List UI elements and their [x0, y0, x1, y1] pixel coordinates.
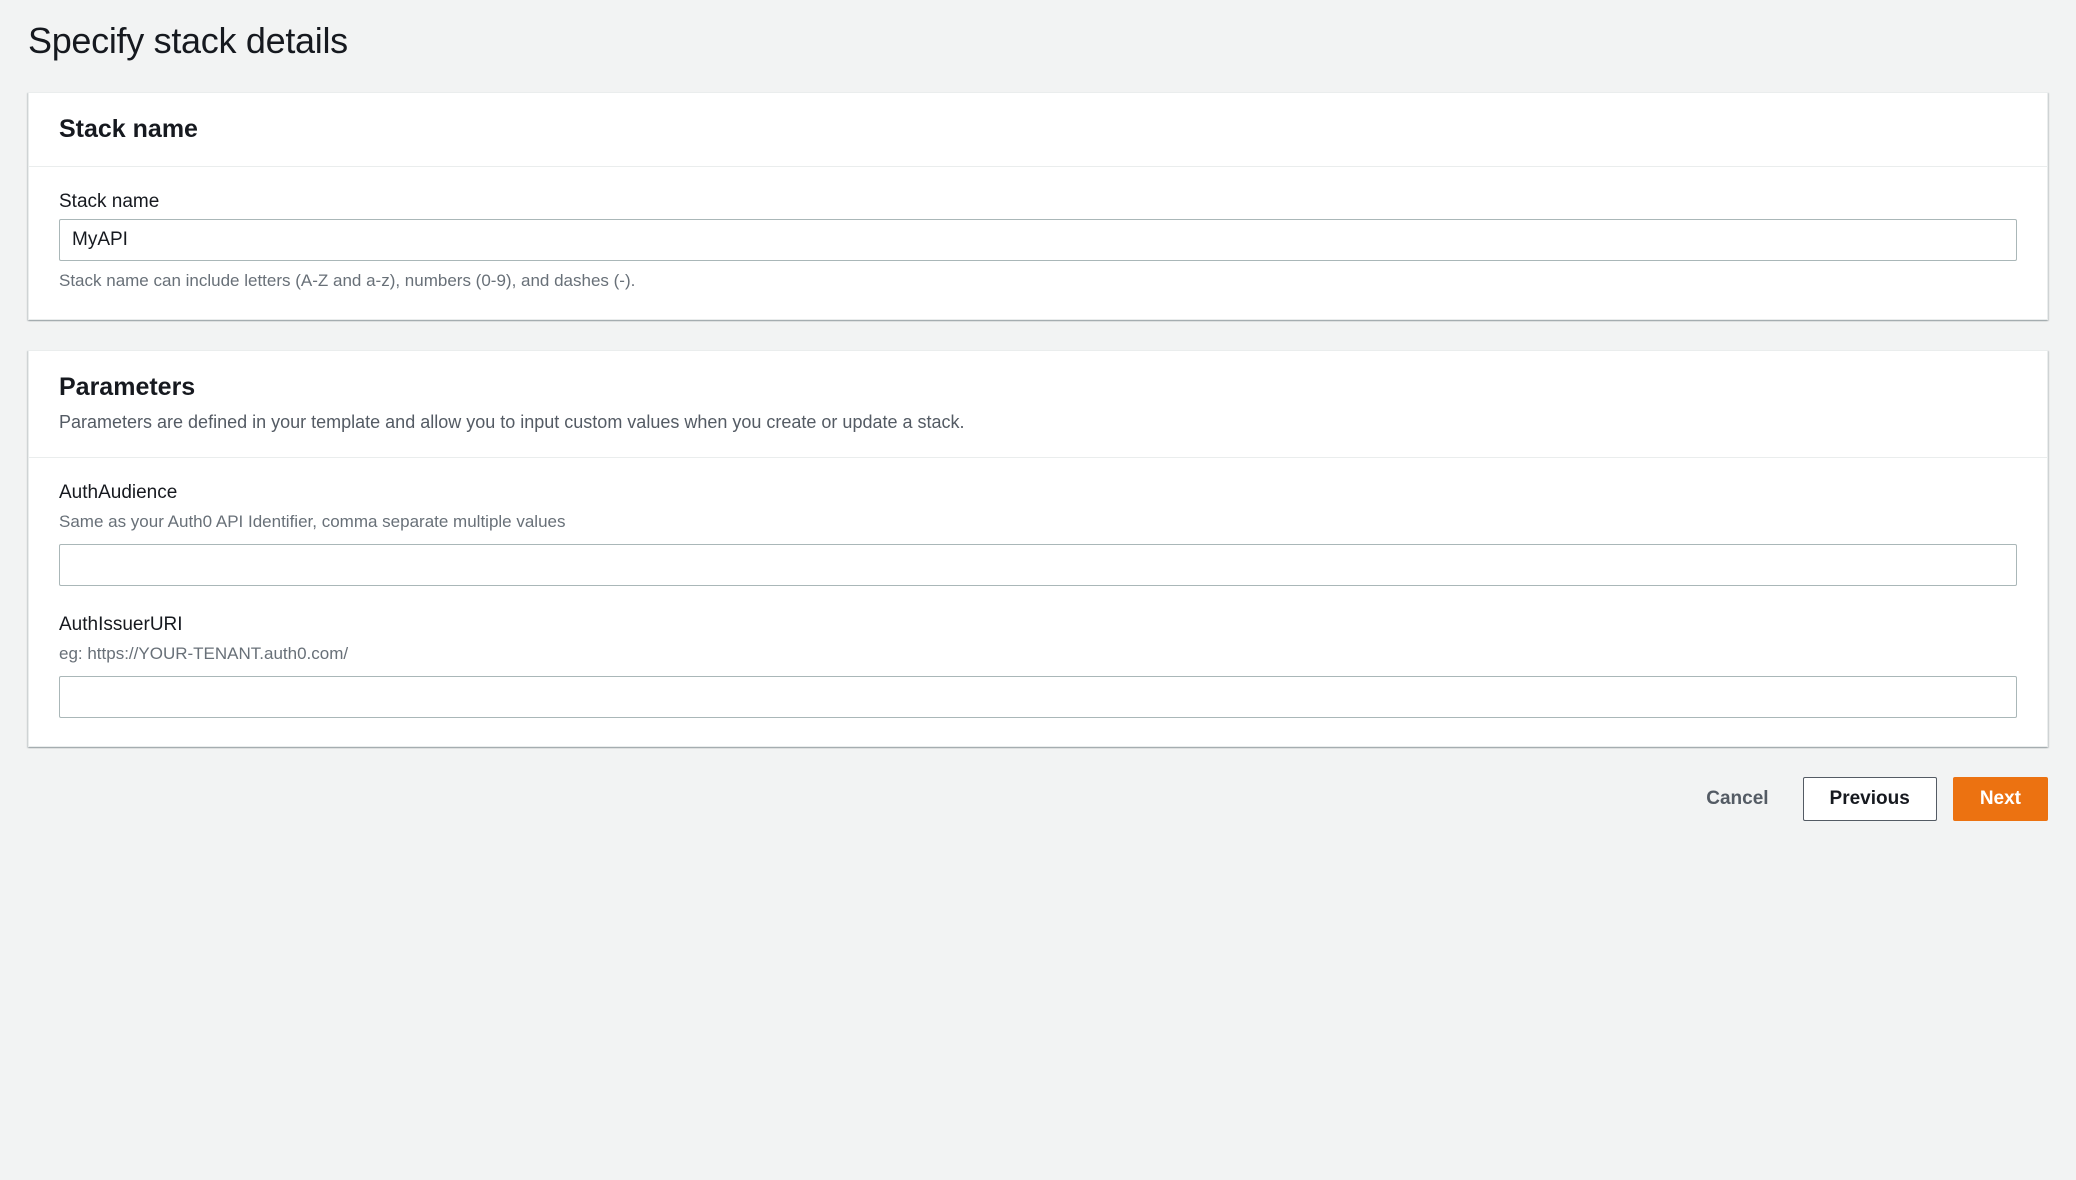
auth-issuer-uri-label: AuthIssuerURI — [59, 614, 2017, 636]
auth-audience-label: AuthAudience — [59, 482, 2017, 504]
auth-audience-hint: Same as your Auth0 API Identifier, comma… — [59, 510, 2017, 534]
parameters-panel-header: Parameters Parameters are defined in you… — [29, 351, 2047, 458]
cancel-button[interactable]: Cancel — [1688, 778, 1786, 820]
previous-button[interactable]: Previous — [1803, 777, 1937, 821]
auth-audience-input[interactable] — [59, 544, 2017, 586]
stack-name-panel-header: Stack name — [29, 93, 2047, 167]
page-title: Specify stack details — [28, 20, 2048, 62]
parameters-panel-title: Parameters — [59, 373, 2017, 402]
parameters-panel: Parameters Parameters are defined in you… — [28, 350, 2048, 747]
stack-name-panel-body: Stack name Stack name can include letter… — [29, 167, 2047, 319]
param-auth-issuer-uri: AuthIssuerURI eg: https://YOUR-TENANT.au… — [59, 614, 2017, 718]
param-auth-audience: AuthAudience Same as your Auth0 API Iden… — [59, 482, 2017, 586]
stack-name-panel: Stack name Stack name Stack name can inc… — [28, 92, 2048, 320]
stack-name-hint: Stack name can include letters (A-Z and … — [59, 271, 2017, 291]
auth-issuer-uri-hint: eg: https://YOUR-TENANT.auth0.com/ — [59, 642, 2017, 666]
stack-name-input[interactable] — [59, 219, 2017, 261]
next-button[interactable]: Next — [1953, 777, 2048, 821]
parameters-panel-body: AuthAudience Same as your Auth0 API Iden… — [29, 458, 2047, 746]
actions-row: Cancel Previous Next — [28, 777, 2048, 821]
parameters-panel-subtitle: Parameters are defined in your template … — [59, 410, 2017, 435]
stack-name-label: Stack name — [59, 191, 2017, 213]
auth-issuer-uri-input[interactable] — [59, 676, 2017, 718]
stack-name-panel-title: Stack name — [59, 115, 2017, 144]
